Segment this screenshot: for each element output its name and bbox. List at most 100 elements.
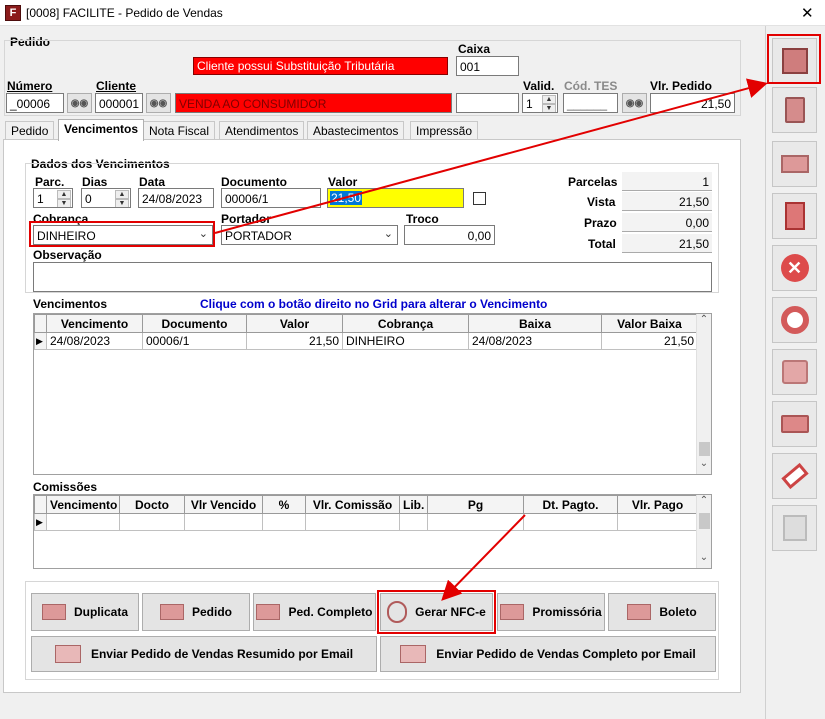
col-com-vlr-vencido[interactable]: Vlr Vencido xyxy=(184,495,263,514)
col-com-pg[interactable]: Pg xyxy=(427,495,524,514)
printer-icon xyxy=(256,604,281,620)
valor-field[interactable]: 21,50 xyxy=(327,188,464,208)
annotation-nfce-box xyxy=(377,590,496,634)
observacao-field[interactable] xyxy=(33,262,712,292)
parcelas-field: 1 xyxy=(622,172,712,191)
cell-valor-baixa[interactable]: 21,50 xyxy=(601,332,698,350)
data-label: Data xyxy=(139,175,166,189)
promissoria-button[interactable]: Promissória xyxy=(497,593,605,631)
chevron-down-icon: ⌄ xyxy=(383,228,393,240)
ped-completo-label: Ped. Completo xyxy=(288,605,373,619)
comissoes-table: Vencimento Docto Vlr Vencido % Vlr. Comi… xyxy=(34,495,698,531)
scroll-thumb[interactable] xyxy=(699,513,710,529)
row-indicator-icon: ▶ xyxy=(34,332,47,350)
vista-field: 21,50 xyxy=(622,192,712,211)
vencimentos-table: Vencimento Documento Valor Cobrança Baix… xyxy=(34,314,698,350)
col-documento[interactable]: Documento xyxy=(142,314,247,333)
troco-field: 0,00 xyxy=(404,225,495,245)
vencimentos-grid[interactable]: Vencimento Documento Valor Cobrança Baix… xyxy=(33,313,712,475)
cell-empty[interactable] xyxy=(523,513,618,531)
pedido-print-label: Pedido xyxy=(191,605,232,619)
scroll-up-icon[interactable]: ⌃ xyxy=(697,314,711,330)
data-field[interactable]: 24/08/2023 xyxy=(138,188,214,208)
documento-label: Documento xyxy=(221,175,287,189)
parc-spinner[interactable]: 1 ▲ ▼ xyxy=(33,188,73,208)
printer-icon xyxy=(159,604,184,620)
vencimentos-header-row: Vencimento Documento Valor Cobrança Baix… xyxy=(34,314,698,333)
portador-select[interactable]: PORTADOR ⌄ xyxy=(221,225,398,245)
parc-value: 1 xyxy=(37,192,44,206)
vencimentos-header-indicator xyxy=(34,314,47,333)
vencimentos-scrollbar[interactable]: ⌃ ⌄ xyxy=(696,314,711,474)
printer-icon xyxy=(500,604,525,620)
cell-empty[interactable] xyxy=(305,513,400,531)
comissoes-label: Comissões xyxy=(33,480,98,494)
cell-baixa[interactable]: 24/08/2023 xyxy=(468,332,602,350)
cell-empty[interactable] xyxy=(46,513,120,531)
cell-empty[interactable] xyxy=(184,513,263,531)
table-row[interactable]: ▶ 24/08/2023 00006/1 21,50 DINHEIRO 24/0… xyxy=(34,332,698,350)
printer-icon xyxy=(627,604,652,620)
boleto-button[interactable]: Boleto xyxy=(608,593,716,631)
valor-checkbox[interactable] xyxy=(473,192,486,205)
col-baixa[interactable]: Baixa xyxy=(468,314,602,333)
col-com-dt-pagto[interactable]: Dt. Pagto. xyxy=(523,495,618,514)
comissoes-grid[interactable]: Vencimento Docto Vlr Vencido % Vlr. Comi… xyxy=(33,494,712,569)
col-com-vlr-pago[interactable]: Vlr. Pago xyxy=(617,495,698,514)
dias-spinner[interactable]: 0 ▲ ▼ xyxy=(81,188,131,208)
cell-documento[interactable]: 00006/1 xyxy=(142,332,247,350)
cell-empty[interactable] xyxy=(262,513,306,531)
cell-empty[interactable] xyxy=(119,513,185,531)
boleto-label: Boleto xyxy=(659,605,697,619)
total-label: Total xyxy=(588,237,616,251)
email-completo-button[interactable]: Enviar Pedido de Vendas Completo por Ema… xyxy=(380,636,716,672)
ped-completo-button[interactable]: Ped. Completo xyxy=(253,593,376,631)
duplicata-button[interactable]: Duplicata xyxy=(31,593,139,631)
comissoes-header-row: Vencimento Docto Vlr Vencido % Vlr. Comi… xyxy=(34,495,698,514)
comissoes-scrollbar[interactable]: ⌃ ⌄ xyxy=(696,495,711,568)
col-com-lib[interactable]: Lib. xyxy=(399,495,428,514)
valor-value: 21,50 xyxy=(330,191,363,205)
cell-empty[interactable] xyxy=(399,513,428,531)
documento-field[interactable]: 00006/1 xyxy=(221,188,321,208)
cell-valor[interactable]: 21,50 xyxy=(246,332,343,350)
annotation-cobranca-box xyxy=(29,221,215,247)
cell-empty[interactable] xyxy=(427,513,524,531)
duplicata-label: Duplicata xyxy=(73,605,128,619)
col-valor-baixa[interactable]: Valor Baixa xyxy=(601,314,698,333)
pedido-print-button[interactable]: Pedido xyxy=(142,593,250,631)
total-field: 21,50 xyxy=(622,234,712,253)
envelope-icon xyxy=(400,645,427,663)
prazo-field: 0,00 xyxy=(622,213,712,232)
col-com-vencimento[interactable]: Vencimento xyxy=(46,495,120,514)
parc-label: Parc. xyxy=(35,175,65,189)
vencimentos-hint: Clique com o botão direito no Grid para … xyxy=(200,297,548,311)
col-com-vlr-comissao[interactable]: Vlr. Comissão xyxy=(305,495,400,514)
cell-vencimento[interactable]: 24/08/2023 xyxy=(46,332,143,350)
scroll-down-icon[interactable]: ⌄ xyxy=(697,458,711,474)
parc-spin-buttons[interactable]: ▲ ▼ xyxy=(57,190,71,207)
col-valor[interactable]: Valor xyxy=(246,314,343,333)
col-com-docto[interactable]: Docto xyxy=(119,495,185,514)
envelope-icon xyxy=(54,645,81,663)
valor-label: Valor xyxy=(328,175,358,189)
row-indicator-icon: ▶ xyxy=(34,513,47,531)
email-resumido-button[interactable]: Enviar Pedido de Vendas Resumido por Ema… xyxy=(31,636,377,672)
scroll-thumb[interactable] xyxy=(699,442,710,456)
dias-spin-buttons[interactable]: ▲ ▼ xyxy=(115,190,129,207)
dias-value: 0 xyxy=(85,192,92,206)
col-vencimento[interactable]: Vencimento xyxy=(46,314,143,333)
scroll-down-icon[interactable]: ⌄ xyxy=(697,552,711,568)
vencimentos-label: Vencimentos xyxy=(33,297,108,311)
cell-empty[interactable] xyxy=(617,513,698,531)
comissoes-header-indicator xyxy=(34,495,47,514)
cell-cobranca[interactable]: DINHEIRO xyxy=(342,332,469,350)
table-row[interactable]: ▶ xyxy=(34,513,698,531)
scroll-up-icon[interactable]: ⌃ xyxy=(697,495,711,511)
parcelas-label: Parcelas xyxy=(568,175,618,189)
troco-label: Troco xyxy=(406,212,439,226)
col-cobranca[interactable]: Cobrança xyxy=(342,314,469,333)
email-completo-label: Enviar Pedido de Vendas Completo por Ema… xyxy=(436,647,696,661)
col-com-percent[interactable]: % xyxy=(262,495,306,514)
portador-label: Portador xyxy=(221,212,272,226)
